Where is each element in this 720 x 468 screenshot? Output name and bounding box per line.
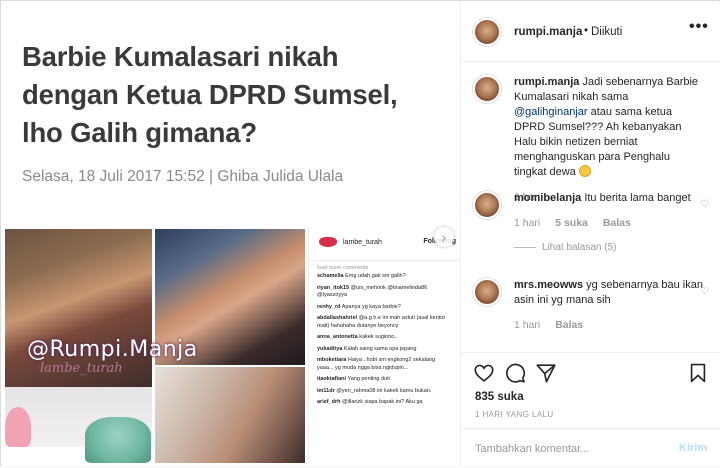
comment-body: momibelanja Itu berita lama banget 1 har…: [514, 191, 704, 255]
embedded-comment: riyan_itok15 @uis_mehonk @tinamelinda86 …: [317, 285, 452, 300]
comment-avatar[interactable]: [473, 191, 501, 219]
view-replies-label: Lihat balasan (5): [542, 242, 617, 253]
embedded-comment-text: kakek sugiono..: [359, 334, 398, 340]
like-heart-icon[interactable]: [473, 362, 495, 384]
comment-avatar[interactable]: [473, 278, 501, 306]
embedded-comment-user: renhy_rd: [317, 303, 341, 310]
embedded-comment: renhy_rd Apanya yg kaya barbie?: [317, 304, 452, 312]
smiling-emoji-icon: [578, 165, 591, 177]
replies-divider: [514, 246, 536, 248]
comment-meta: 1 hari 5 suka Balas: [514, 216, 704, 231]
cartoon-squidward-image: [85, 417, 151, 463]
embedded-comment-text: @illarizk siapa bapak ini? Aku ga: [342, 399, 423, 405]
embedded-comment: itaoktafiani Yang penting duit: [317, 376, 452, 384]
comments-list: rumpi.manja Jadi sebenarnya Barbie Kumal…: [461, 62, 720, 352]
caption-username[interactable]: rumpi.manja: [514, 76, 579, 88]
embedded-comment-user: mboketiara: [317, 357, 347, 363]
comment-time[interactable]: 1 hari: [514, 217, 540, 229]
embedded-load-more: load more comments: [317, 265, 369, 271]
comment-likes[interactable]: 5 suka: [555, 217, 588, 229]
article-dateline: Selasa, 18 Juli 2017 15:52 | Ghiba Julid…: [22, 168, 344, 185]
embedded-username: lambe_turah: [343, 239, 382, 246]
post-actions: 835 suka 1 HARI YANG LALU Kirim: [461, 352, 720, 468]
comment-username[interactable]: mrs.meowws: [514, 279, 583, 291]
embedded-comment-user: im11dr: [317, 387, 335, 394]
embedded-comment: yukaditya Kalah saing sama opa jepang: [317, 346, 452, 354]
post-dialog: Barbie Kumalasari nikah dengan Ketua DPR…: [0, 0, 720, 466]
comment-bubble-icon[interactable]: [504, 362, 526, 384]
view-replies-button[interactable]: Lihat balasan (5): [514, 240, 704, 255]
cartoon-star-image: [5, 407, 31, 447]
comment-text: Itu berita lama banget: [584, 192, 691, 204]
photo-collage: @Rumpi.Manja lambe_turah lambe_turah Fol…: [5, 227, 460, 464]
comment-meta: 1 hari Balas: [514, 318, 704, 333]
save-bookmark-icon[interactable]: [687, 362, 709, 384]
add-comment-bar: Kirim: [461, 428, 720, 468]
embedded-comment-text: Apanya yg kaya barbie?: [341, 303, 401, 310]
embedded-comment-user: itaoktafiani: [317, 376, 347, 382]
caption-avatar[interactable]: [473, 75, 501, 103]
header-separator: •: [584, 25, 589, 37]
embedded-comment: arief_drh @illarizk siapa bapak ini? Aku…: [317, 399, 452, 407]
like-comment-heart-icon[interactable]: ♡: [700, 286, 709, 297]
embedded-comment: im11dr @yeri_rahma08 ini kakek kamu buka…: [317, 388, 452, 396]
embedded-comment-user: yukaditya: [317, 345, 343, 352]
couple-photo-3: [155, 367, 305, 463]
share-send-icon[interactable]: [535, 362, 557, 384]
embedded-comment: abdallashahriel @a.g.h.e ini mah astuti …: [317, 315, 452, 330]
embedded-comment-user: abdallashahriel: [317, 315, 358, 321]
author-avatar[interactable]: [473, 18, 501, 46]
lips-avatar-icon: [319, 237, 337, 247]
author-username[interactable]: rumpi.manja: [514, 26, 582, 38]
comment-username[interactable]: momibelanja: [514, 192, 581, 204]
likes-count[interactable]: 835 suka: [475, 391, 524, 403]
post-image[interactable]: Barbie Kumalasari nikah dengan Ketua DPR…: [2, 2, 460, 466]
post-comment-button[interactable]: Kirim: [679, 442, 707, 454]
embedded-comment: schamelia Emg udah gak sm galih?: [317, 273, 452, 281]
article-headline: Barbie Kumalasari nikah dengan Ketua DPR…: [22, 41, 398, 148]
post-side-panel: rumpi.manja • Diikuti ••• rumpi.manja Ja…: [460, 2, 720, 466]
embedded-comment: anna_antonetta kakek sugiono..: [317, 334, 452, 342]
embedded-comment-user: arief_drh: [317, 399, 341, 405]
following-status-button[interactable]: Diikuti: [591, 26, 622, 38]
next-slide-arrow-icon[interactable]: ›: [434, 227, 454, 247]
comment-time[interactable]: 1 hari: [514, 319, 540, 331]
embedded-comment-user: schamelia: [317, 273, 344, 279]
reply-button[interactable]: Balas: [603, 217, 631, 229]
caption-mention-link[interactable]: @galihginanjar: [514, 106, 588, 118]
embedded-comment-user: riyan_itok15: [317, 284, 350, 291]
embedded-comment-text: @yeri_rahma08 ini kakek kamu bukan.: [336, 387, 432, 394]
embedded-comment-text: Yang penting duit: [347, 376, 390, 382]
embedded-comment: mboketiara Haiya ..hobi sm engkong2 seka…: [317, 357, 452, 372]
post-header: rumpi.manja • Diikuti •••: [461, 2, 720, 62]
embedded-instagram-screenshot: lambe_turah Following load more comments…: [308, 227, 460, 464]
watermark-rumpi-manja: @Rumpi.Manja: [27, 337, 198, 362]
embedded-comment-user: anna_antonetta: [317, 334, 358, 340]
reply-button[interactable]: Balas: [555, 319, 583, 331]
caption-body: rumpi.manja Jadi sebenarnya Barbie Kumal…: [514, 75, 704, 205]
comment-body: mrs.meowws yg sebenarnya bau ikan asin i…: [514, 278, 704, 333]
watermark-lambe-turah: lambe_turah: [40, 361, 123, 376]
embedded-comment-text: Kalah saing sama opa jepang: [343, 345, 417, 352]
like-comment-heart-icon[interactable]: ♡: [700, 199, 709, 210]
embedded-comments: load more comments schamelia Emg udah ga…: [309, 261, 460, 407]
post-timestamp[interactable]: 1 HARI YANG LALU: [475, 410, 554, 419]
add-comment-input[interactable]: [475, 441, 665, 457]
more-options-icon[interactable]: •••: [689, 18, 709, 36]
embedded-comment-text: Emg udah gak sm galih?: [345, 273, 406, 279]
